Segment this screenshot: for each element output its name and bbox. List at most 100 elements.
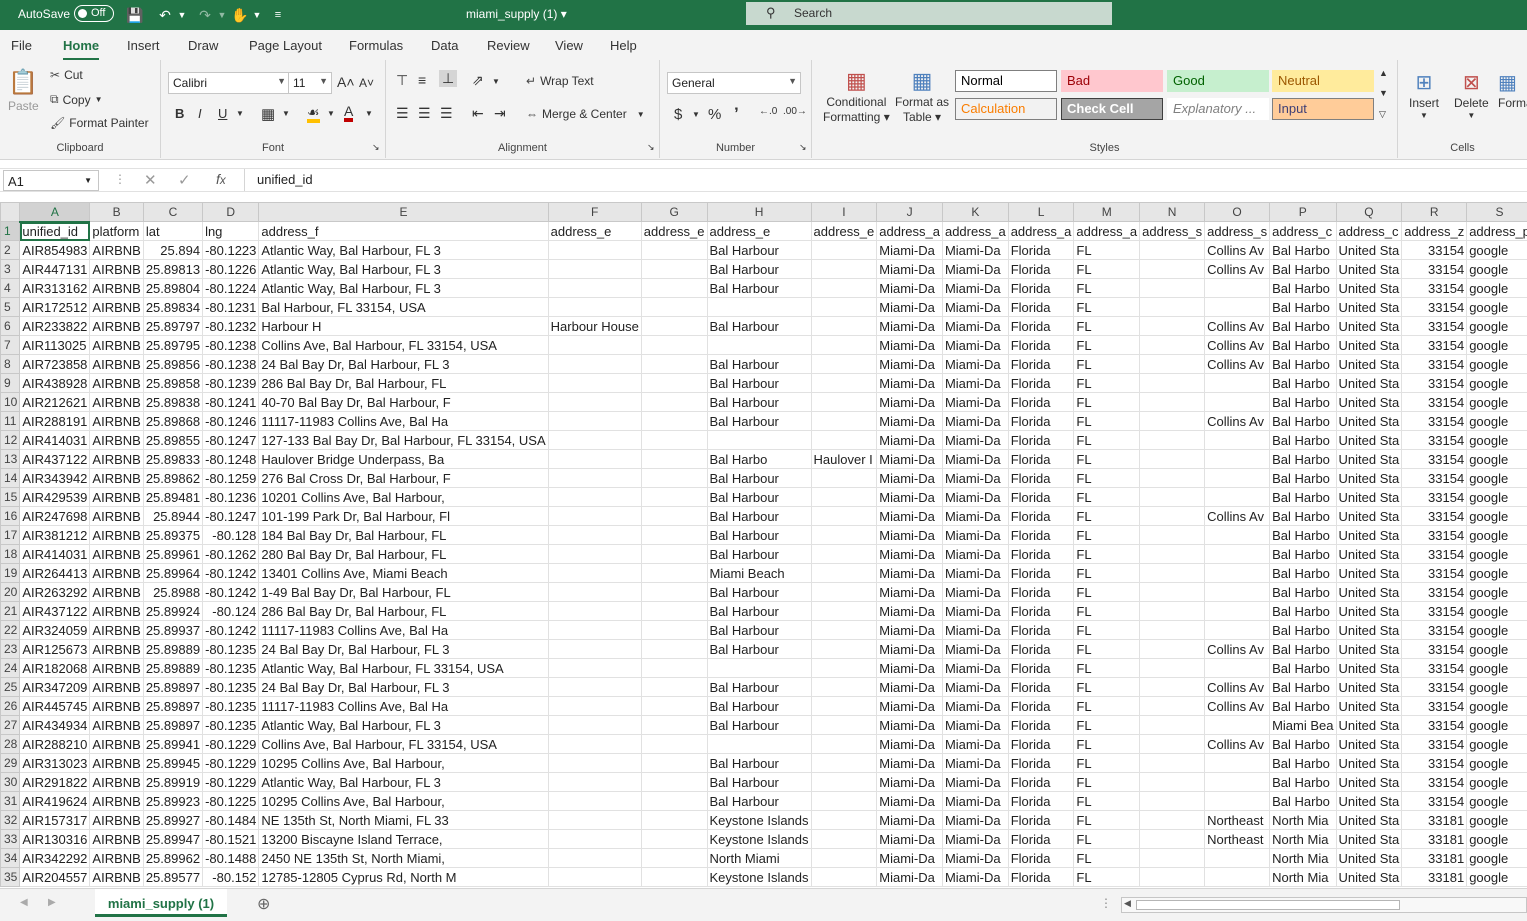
cell[interactable] <box>640 658 708 678</box>
row-header[interactable]: 16 <box>0 506 21 526</box>
cell[interactable]: Miami-Da <box>876 525 943 545</box>
cell[interactable]: FL <box>1073 696 1141 716</box>
column-header-n[interactable]: N <box>1139 202 1206 222</box>
cell[interactable]: google <box>1466 829 1527 849</box>
cell[interactable]: 33154 <box>1401 772 1468 792</box>
cell[interactable] <box>810 829 878 849</box>
cell[interactable]: Atlantic Way, Bal Harbour, FL 33154, USA <box>258 658 549 678</box>
cell[interactable]: Florida <box>1007 373 1075 393</box>
cell[interactable]: -80.1235 <box>202 715 260 735</box>
cell[interactable]: -80.1226 <box>202 259 260 279</box>
cell[interactable]: Bal Harbo <box>1269 240 1337 260</box>
cell[interactable]: AIR438928 <box>19 373 91 393</box>
cell[interactable]: 33154 <box>1401 658 1468 678</box>
add-sheet-icon[interactable]: ⊕ <box>257 894 270 914</box>
cell[interactable]: -80.1259 <box>202 468 260 488</box>
cell[interactable]: address_e <box>810 221 878 241</box>
cell[interactable]: Bal Harbour <box>706 601 812 621</box>
cell[interactable]: -80.1229 <box>202 753 260 773</box>
cell[interactable]: google <box>1466 582 1527 602</box>
row-header[interactable]: 35 <box>0 867 21 887</box>
cell-style-calculation[interactable]: Calculation <box>955 98 1057 120</box>
cell[interactable]: 25.89833 <box>142 449 204 469</box>
scroll-left-icon[interactable]: ◀ <box>1124 898 1131 909</box>
cell[interactable] <box>547 772 642 792</box>
cell[interactable] <box>1139 639 1206 659</box>
cell[interactable]: AIR324059 <box>19 620 91 640</box>
cell[interactable]: Miami-Da <box>941 544 1009 564</box>
cell[interactable]: address_a <box>941 221 1009 241</box>
cell[interactable]: 10295 Collins Ave, Bal Harbour, <box>258 753 549 773</box>
cell[interactable]: FL <box>1073 506 1141 526</box>
cell[interactable]: AIRBNB <box>89 335 144 355</box>
cell[interactable]: 33154 <box>1401 620 1468 640</box>
cell[interactable]: 101-199 Park Dr, Bal Harbour, Fl <box>258 506 549 526</box>
cell[interactable]: Bal Harbo <box>1269 734 1337 754</box>
tab-review[interactable]: Review <box>487 38 530 53</box>
tab-page-layout[interactable]: Page Layout <box>249 38 322 53</box>
cell[interactable] <box>640 259 708 279</box>
orientation-dropdown-icon[interactable]: ▼ <box>492 77 500 86</box>
cell[interactable]: FL <box>1073 297 1141 317</box>
prev-sheet-icon[interactable]: ◀ <box>20 897 28 908</box>
cell[interactable] <box>1204 278 1271 298</box>
cell[interactable]: Florida <box>1007 715 1075 735</box>
cell[interactable] <box>1139 316 1206 336</box>
cell[interactable]: Miami Beach <box>706 563 812 583</box>
cell[interactable]: North Mia <box>1269 810 1337 830</box>
cell[interactable]: AIR419624 <box>19 791 91 811</box>
cell[interactable]: Miami-Da <box>876 278 943 298</box>
cell[interactable]: -80.1238 <box>202 335 260 355</box>
increase-decimal-icon[interactable]: ←.0 <box>759 106 777 117</box>
cell[interactable]: Bal Harbour <box>706 487 812 507</box>
cell[interactable] <box>810 734 878 754</box>
cell[interactable]: FL <box>1073 715 1141 735</box>
cell[interactable]: AIRBNB <box>89 791 144 811</box>
cell[interactable]: Bal Harbour <box>706 392 812 412</box>
cell[interactable]: google <box>1466 791 1527 811</box>
cell[interactable]: Miami-Da <box>876 354 943 374</box>
cell[interactable]: United Sta <box>1335 259 1403 279</box>
cell[interactable] <box>1139 373 1206 393</box>
cell[interactable] <box>1139 354 1206 374</box>
cell[interactable]: Haulover Bridge Underpass, Ba <box>258 449 549 469</box>
cell[interactable]: Bal Harbo <box>1269 525 1337 545</box>
cell[interactable] <box>1139 525 1206 545</box>
cell[interactable]: 25.8988 <box>142 582 204 602</box>
cell[interactable]: 33154 <box>1401 430 1468 450</box>
cell[interactable]: google <box>1466 335 1527 355</box>
cell[interactable] <box>547 278 642 298</box>
cell[interactable] <box>640 449 708 469</box>
row-header[interactable]: 20 <box>0 582 21 602</box>
autosave-toggle[interactable]: Off <box>74 5 114 22</box>
cell[interactable]: Florida <box>1007 240 1075 260</box>
cell[interactable]: Miami-Da <box>876 468 943 488</box>
cell[interactable]: AIR247698 <box>19 506 91 526</box>
cell[interactable]: 25.89858 <box>142 373 204 393</box>
cell[interactable] <box>640 563 708 583</box>
gallery-more-icon[interactable]: ▽ <box>1379 109 1386 120</box>
cell[interactable]: FL <box>1073 753 1141 773</box>
cell[interactable]: -80.1262 <box>202 544 260 564</box>
cell[interactable] <box>547 753 642 773</box>
cell[interactable]: Bal Harbo <box>1269 582 1337 602</box>
cell[interactable]: Miami-Da <box>941 677 1009 697</box>
cell[interactable] <box>1204 791 1271 811</box>
cell[interactable]: Miami-Da <box>941 620 1009 640</box>
column-header-s[interactable]: S <box>1466 202 1527 222</box>
cell[interactable] <box>1204 601 1271 621</box>
format-as-table-button[interactable]: ▦ Format as Table ▾ <box>895 68 949 124</box>
row-header[interactable]: 2 <box>0 240 21 260</box>
cell[interactable]: 33154 <box>1401 715 1468 735</box>
cell[interactable]: FL <box>1073 259 1141 279</box>
cell[interactable]: Bal Harbour <box>706 278 812 298</box>
cell[interactable]: -80.1488 <box>202 848 260 868</box>
cell[interactable]: AIRBNB <box>89 677 144 697</box>
cell[interactable]: 25.89375 <box>142 525 204 545</box>
cell[interactable] <box>810 373 878 393</box>
cell[interactable]: 25.89945 <box>142 753 204 773</box>
cell[interactable]: Bal Harbour <box>706 582 812 602</box>
cell[interactable]: FL <box>1073 829 1141 849</box>
cell[interactable]: Collins Av <box>1204 506 1271 526</box>
fill-color-dropdown-icon[interactable]: ▼ <box>327 109 335 118</box>
